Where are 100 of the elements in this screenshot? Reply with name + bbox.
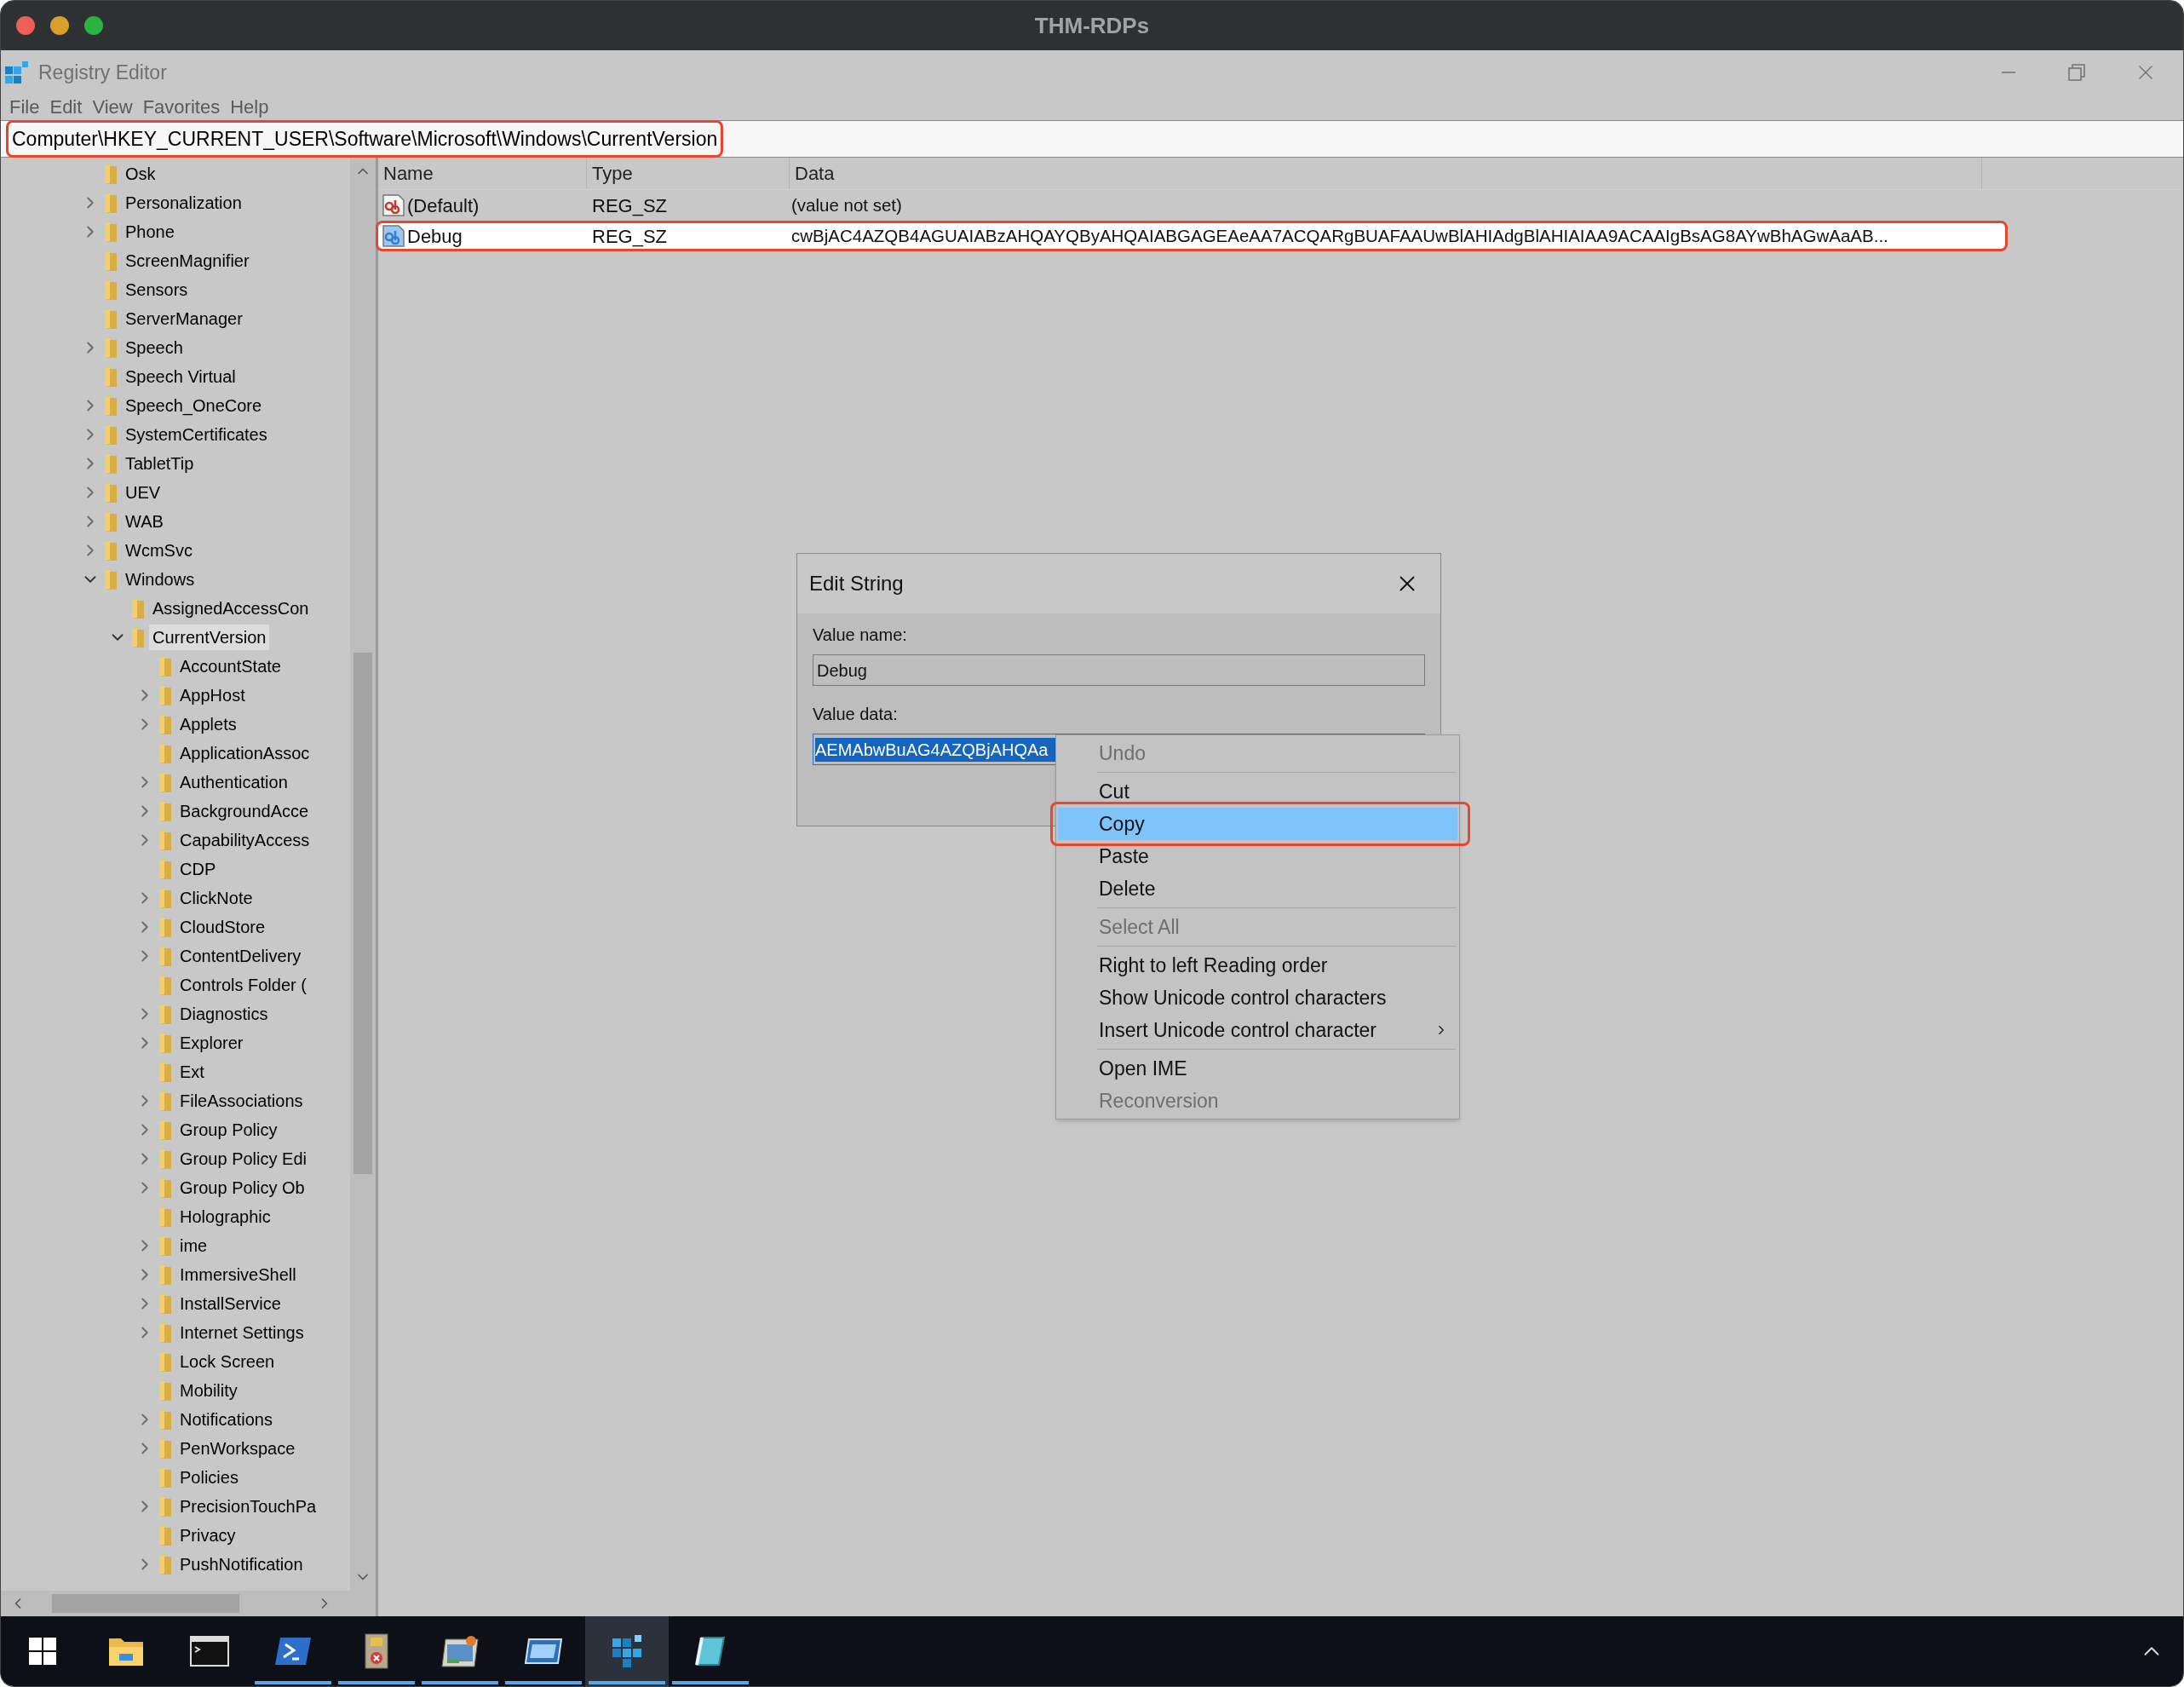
- menu-item[interactable]: File: [9, 98, 40, 117]
- folder-icon: [158, 1553, 173, 1575]
- tree-item[interactable]: CapabilityAccess: [176, 827, 313, 853]
- cubes-icon: [4, 60, 30, 85]
- tree-item[interactable]: CDP: [176, 856, 220, 882]
- tree-item[interactable]: PenWorkspace: [176, 1436, 299, 1461]
- folder-icon: [103, 221, 118, 243]
- menu-item[interactable]: Show Unicode control characters: [1058, 982, 1457, 1014]
- document-icon: [362, 1632, 391, 1670]
- tree-item[interactable]: WAB: [122, 509, 167, 534]
- menu-item[interactable]: View: [92, 98, 133, 117]
- tree-item[interactable]: Group Policy: [176, 1117, 281, 1143]
- tree-item[interactable]: Applets: [176, 711, 240, 737]
- tree-item[interactable]: Speech Virtual: [122, 364, 239, 389]
- value-data: cwBjAC4AZQB4AGUAIABzAHQAYQByAHQAIABGAGEAeAA7ACQARgBUAFAAUwBlAHIAdgBlAHIAIAA9ACAAIgBsAG8AYwBhAGwAaAB...: [790, 224, 1888, 247]
- folder-icon: [158, 1495, 173, 1517]
- menu-item[interactable]: Copy: [1058, 808, 1457, 840]
- tree-item[interactable]: AccountState: [176, 653, 284, 679]
- folder-icon: [103, 192, 118, 214]
- folder-icon: [158, 1206, 173, 1228]
- folder-icon: [158, 1090, 173, 1112]
- menu-item[interactable]: Paste: [1058, 840, 1457, 872]
- folder-icon: [158, 1350, 173, 1373]
- tree-item[interactable]: Controls Folder (: [176, 972, 310, 998]
- tree-item[interactable]: WcmSvc: [122, 538, 196, 563]
- tree-item[interactable]: Sensors: [122, 277, 192, 302]
- menu-item[interactable]: Open IME: [1058, 1052, 1457, 1085]
- tree-item[interactable]: Group Policy Edi: [176, 1146, 310, 1172]
- tree-item[interactable]: CurrentVersion: [149, 625, 270, 650]
- column-header[interactable]: Data: [790, 158, 1982, 189]
- window-icon: [440, 1634, 480, 1668]
- tree-item[interactable]: FileAssociations: [176, 1088, 307, 1114]
- tree-item[interactable]: ImmersiveShell: [176, 1262, 300, 1287]
- folder-icon: [103, 279, 118, 301]
- menu-item[interactable]: Help: [230, 98, 269, 117]
- folder-icon: [103, 163, 118, 185]
- tree-item[interactable]: ContentDelivery: [176, 943, 305, 969]
- tree-item[interactable]: Speech: [122, 335, 187, 360]
- column-header[interactable]: Name: [378, 158, 587, 189]
- value-type: REG_SZ: [591, 224, 669, 249]
- tree-item[interactable]: Notifications: [176, 1407, 276, 1432]
- tree-item[interactable]: AppHost: [176, 682, 249, 708]
- tree-item[interactable]: Speech_OneCore: [122, 393, 266, 418]
- tree-item[interactable]: Authentication: [176, 769, 291, 795]
- value-data: (value not set): [790, 193, 902, 216]
- menu-item[interactable]: Favorites: [142, 98, 221, 117]
- folder-icon: [158, 1321, 173, 1344]
- tree-item[interactable]: ApplicationAssoc: [176, 740, 313, 766]
- tree-item[interactable]: ime: [176, 1233, 211, 1258]
- tree-item[interactable]: Internet Settings: [176, 1320, 307, 1345]
- tree-item[interactable]: Personalization: [122, 190, 245, 216]
- folder-icon: [158, 771, 173, 793]
- folder-icon: [158, 1293, 173, 1315]
- tree-item[interactable]: PushNotification: [176, 1552, 307, 1577]
- tree-item[interactable]: Privacy: [176, 1523, 239, 1548]
- tree-item[interactable]: SystemCertificates: [122, 422, 271, 447]
- scrollbar-thumb[interactable]: [52, 1594, 239, 1613]
- tree-item[interactable]: Diagnostics: [176, 1001, 272, 1027]
- restore-icon[interactable]: [2067, 63, 2086, 82]
- tree-item[interactable]: PrecisionTouchPa: [176, 1494, 320, 1519]
- scrollbar-thumb[interactable]: [353, 653, 372, 1174]
- tree-item[interactable]: ScreenMagnifier: [122, 248, 253, 273]
- menu-item[interactable]: Right to left Reading order: [1058, 949, 1457, 982]
- field-label: Value name:: [813, 625, 908, 646]
- value-name-field[interactable]: Debug: [813, 654, 1425, 686]
- folder-icon: [103, 366, 118, 388]
- folder-icon: [158, 1148, 173, 1170]
- scrollbar[interactable]: [1, 1591, 376, 1616]
- tree-item[interactable]: Mobility: [176, 1378, 241, 1403]
- folder-icon: [158, 1235, 173, 1257]
- folder-icon: [158, 1437, 173, 1460]
- tree-item[interactable]: BackgroundAcce: [176, 798, 313, 824]
- tree-item[interactable]: Group Policy Ob: [176, 1175, 308, 1200]
- column-header[interactable]: Type: [587, 158, 790, 189]
- address-bar[interactable]: Computer\HKEY_CURRENT_USER\Software\Microsoft\Windows\CurrentVersion: [1, 120, 2183, 158]
- folder-icon: [103, 337, 118, 359]
- tree-item[interactable]: Lock Screen: [176, 1349, 279, 1374]
- tree-item[interactable]: Policies: [176, 1465, 242, 1490]
- tree-item[interactable]: InstallService: [176, 1291, 284, 1316]
- tree-item[interactable]: UEV: [122, 480, 164, 505]
- folder-icon: [158, 945, 173, 967]
- tree-item[interactable]: TabletTip: [122, 451, 198, 476]
- tree-item[interactable]: Holographic: [176, 1204, 274, 1229]
- tree-item[interactable]: Windows: [122, 567, 198, 592]
- tree-item[interactable]: ClickNote: [176, 885, 256, 911]
- tree-item[interactable]: Explorer: [176, 1030, 247, 1056]
- menu-item[interactable]: Insert Unicode control character: [1058, 1014, 1457, 1046]
- value-row[interactable]: Debug REG_SZ cwBjAC4AZQB4AGUAIABzAHQAYQByAHQAIABGAGEAeAA7ACQARgBUAFAAUwBlAHIAdgBlAHIAIAA9ACAAIgBsAG8AYwBhAGwAaAB...: [376, 221, 2008, 251]
- folder-icon: [158, 887, 173, 909]
- tree-item[interactable]: ServerManager: [122, 306, 246, 331]
- tree-item[interactable]: Phone: [122, 219, 178, 245]
- tree-item[interactable]: CloudStore: [176, 914, 269, 940]
- tree-item[interactable]: AssignedAccessCon: [149, 596, 313, 621]
- scrollbar[interactable]: [350, 158, 376, 1591]
- menu-item[interactable]: Delete: [1058, 872, 1457, 905]
- menu-item[interactable]: Edit: [49, 98, 83, 117]
- dialog-title: Edit String: [809, 571, 904, 596]
- tree-item[interactable]: Ext: [176, 1059, 208, 1085]
- value-row[interactable]: (Default) REG_SZ (value not set): [376, 190, 2008, 221]
- tree-item[interactable]: Osk: [122, 161, 159, 187]
